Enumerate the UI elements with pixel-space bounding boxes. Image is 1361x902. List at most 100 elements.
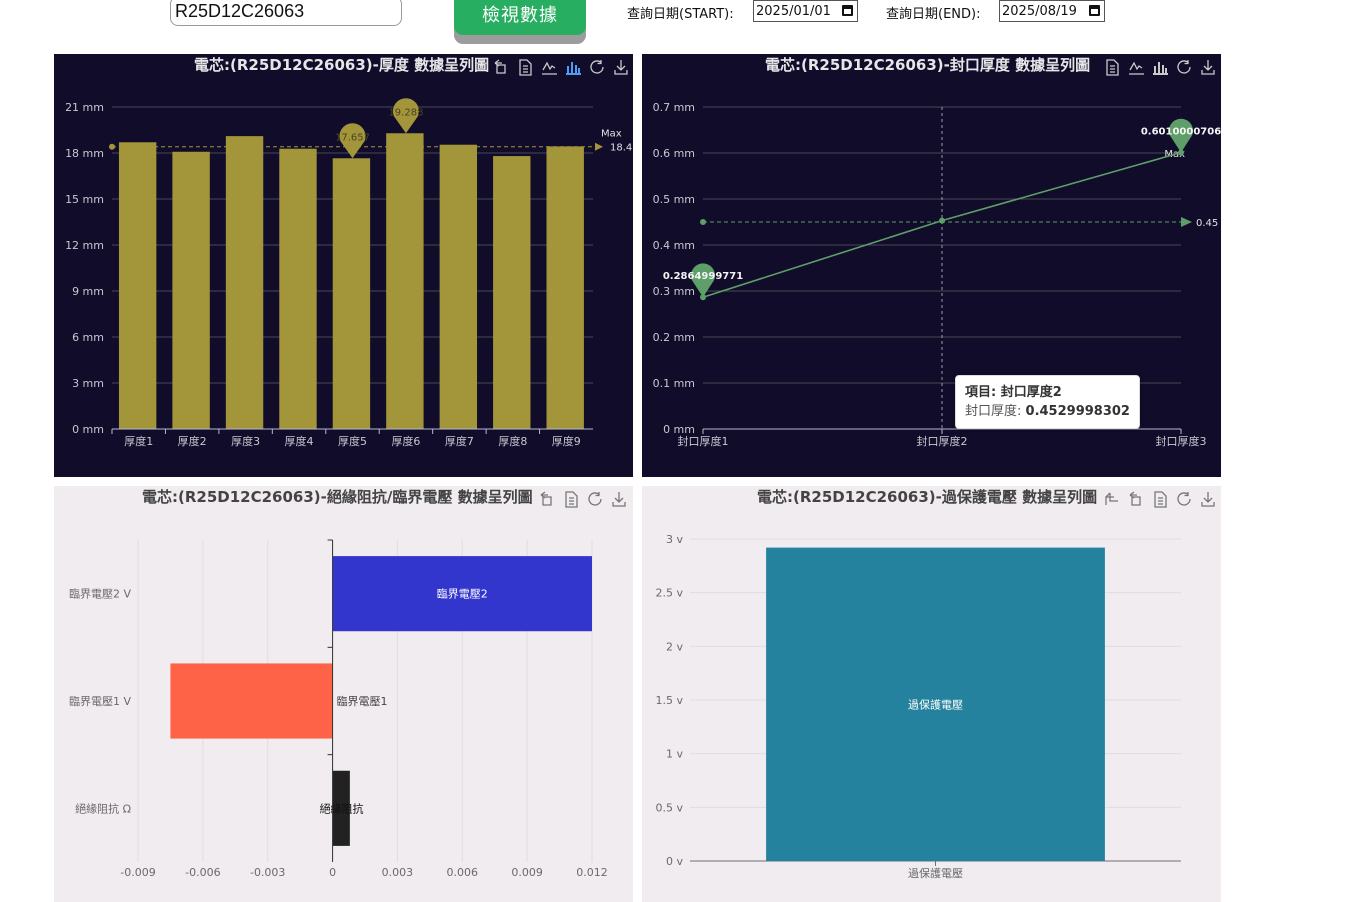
end-date-label: 查詢日期(END):	[886, 7, 981, 22]
y-tick-label: 0.6 mm	[653, 147, 695, 160]
y-tick-label: 6 mm	[72, 331, 104, 344]
y-tick-label: 0.3 mm	[653, 285, 695, 298]
x-tick-label: 厚度2	[178, 434, 207, 448]
save-image-icon[interactable]	[611, 491, 628, 508]
markline-arrow	[595, 142, 603, 151]
thickness-chart-panel: 0 mm 3 mm 6 mm 9 mm 12 mm 15 mm 18 mm 21 mm 厚度1 厚…	[54, 54, 633, 477]
overprotect-voltage-chart: 0 v0.5 v1 v1.5 v2 v2.5 v3 v過保護電壓過保護電壓	[656, 533, 1181, 880]
x-tick-label: -0.009	[120, 866, 155, 879]
y-tick-label: 18 mm	[65, 147, 104, 160]
markline-arrow	[1181, 217, 1192, 227]
chart-toolbar	[539, 491, 628, 508]
tooltip-title: 項目: 封口厚度2	[965, 385, 1062, 400]
refresh-icon[interactable]	[589, 59, 606, 76]
y-tick-label: 1.5 v	[656, 694, 684, 707]
x-tick-label: 厚度9	[552, 434, 581, 448]
y-tick-label: 0 mm	[72, 423, 104, 436]
x-tick-label: -0.006	[185, 866, 220, 879]
refresh-icon[interactable]	[587, 491, 604, 508]
thickness-chart: 0 mm 3 mm 6 mm 9 mm 12 mm 15 mm 18 mm 21 mm 厚度1 厚…	[65, 98, 633, 448]
x-tick-label: 過保護電壓	[908, 866, 963, 880]
data-view-icon[interactable]	[563, 491, 580, 508]
end-date-input[interactable]: 2025/08/19	[999, 0, 1105, 22]
restore-icon[interactable]	[539, 491, 556, 508]
view-data-button-label: 檢視數據	[454, 0, 586, 35]
markpoint-label: 0.6010000706	[1141, 127, 1221, 138]
x-tick-label: -0.003	[250, 866, 285, 879]
bar-label: 絕緣阻抗	[320, 801, 364, 815]
y-tick-label: 15 mm	[65, 193, 104, 206]
line-type-icon[interactable]	[541, 59, 558, 76]
y-tick-label: 0 v	[666, 855, 683, 868]
calendar-icon[interactable]	[842, 5, 853, 16]
bar	[118, 142, 157, 429]
bar	[546, 146, 584, 429]
chart-toolbar	[1104, 59, 1217, 76]
bar	[439, 144, 478, 429]
data-view-icon[interactable]	[1104, 59, 1121, 76]
y-tick-label: 21 mm	[65, 101, 104, 114]
markline-value: 0.45	[1196, 218, 1218, 229]
start-date-value: 2025/01/01	[756, 3, 831, 19]
restore-icon[interactable]	[1128, 491, 1145, 508]
x-tick-label: 厚度6	[391, 434, 420, 448]
line-type-icon[interactable]	[1128, 59, 1145, 76]
bar	[279, 148, 317, 429]
bar	[225, 136, 264, 429]
bar-label: 臨界電壓1	[337, 695, 388, 708]
data-view-icon[interactable]	[517, 59, 534, 76]
bar-type-icon[interactable]	[1152, 59, 1169, 76]
y-tick-label: 0.7 mm	[653, 101, 695, 114]
bar	[170, 663, 333, 739]
save-image-icon[interactable]	[1200, 59, 1217, 76]
y-tick-label: 絕緣阻抗 Ω	[75, 801, 131, 815]
end-date-value: 2025/08/19	[1002, 3, 1077, 19]
markpoint-label: 0.2864999771	[663, 271, 743, 282]
insulation-chart-panel: -0.009 -0.006 -0.003 0 0.003 0.006 0.009 0.012 絕…	[54, 486, 633, 902]
bar	[172, 151, 210, 430]
y-tick-label: 臨界電壓1 V	[69, 695, 131, 708]
markline-value: 18.41	[610, 143, 633, 154]
x-tick-label: 0.006	[447, 866, 479, 879]
y-tick-label: 2 v	[666, 640, 683, 653]
y-tick-label: 2.5 v	[656, 587, 684, 600]
x-tick-label: 0.012	[576, 866, 608, 879]
bar	[386, 133, 424, 429]
y-tick-label: 0.5 v	[656, 801, 684, 814]
x-tick-label: 厚度1	[124, 434, 153, 448]
tooltip-label: 封口厚度:	[965, 404, 1022, 419]
bar	[332, 158, 371, 429]
chart-tooltip: 項目: 封口厚度2 封口厚度: 0.4529998302	[955, 375, 1140, 429]
x-tick-label: 厚度4	[285, 434, 314, 448]
chart-title: 電芯:(R25D12C26063)-絕緣阻抗/臨界電壓 數據呈列圖	[142, 488, 533, 506]
y-tick-label: 1 v	[666, 748, 683, 761]
y-tick-label: 9 mm	[72, 285, 104, 298]
start-date-label: 查詢日期(START):	[627, 7, 734, 22]
zoom-icon[interactable]	[1104, 491, 1121, 508]
data-view-icon[interactable]	[1152, 491, 1169, 508]
x-tick-label: 0.003	[382, 866, 414, 879]
chart-title: 電芯:(R25D12C26063)-過保護電壓 數據呈列圖	[757, 488, 1098, 506]
start-date-input[interactable]: 2025/01/01	[753, 0, 858, 22]
x-tick-label: 0	[329, 866, 336, 879]
refresh-icon[interactable]	[1176, 59, 1193, 76]
cell-id-input[interactable]	[170, 0, 402, 26]
y-tick-label: 臨界電壓2 V	[69, 588, 131, 601]
seal-thickness-chart-panel: 0 mm 0.1 mm 0.2 mm 0.3 mm 0.4 mm 0.5 mm 0.6 mm…	[642, 54, 1221, 477]
y-tick-label: 0.1 mm	[653, 377, 695, 390]
save-image-icon[interactable]	[613, 59, 630, 76]
save-image-icon[interactable]	[1200, 491, 1217, 508]
view-data-button[interactable]: 檢視數據	[454, 0, 586, 44]
bar-type-icon[interactable]	[565, 59, 582, 76]
overprotect-chart-panel: 0 v 0.5 v1 v 1.5 v2 v 2.5 v3 v 過保護電壓 過保護電壓 電芯…	[642, 486, 1221, 902]
restore-icon[interactable]	[493, 59, 510, 76]
x-tick-label: 封口厚度2	[917, 434, 968, 448]
refresh-icon[interactable]	[1176, 491, 1193, 508]
calendar-icon[interactable]	[1089, 5, 1100, 16]
chart-title: 電芯:(R25D12C26063)-厚度 數據呈列圖	[194, 56, 490, 74]
chart-toolbar	[1104, 491, 1217, 508]
x-tick-label: 0.009	[511, 866, 542, 879]
tooltip-value: 0.4529998302	[1025, 404, 1130, 419]
chart-title: 電芯:(R25D12C26063)-封口厚度 數據呈列圖	[765, 56, 1091, 74]
data-point	[939, 217, 945, 224]
